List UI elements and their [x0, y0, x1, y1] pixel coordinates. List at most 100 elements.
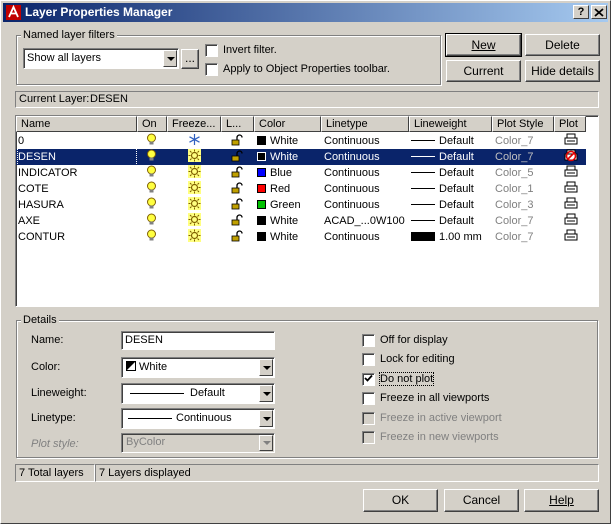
layer-freeze-toggle[interactable]	[188, 181, 208, 197]
layer-color[interactable]: White	[257, 229, 321, 245]
layer-on-toggle[interactable]	[146, 165, 166, 181]
printer-icon[interactable]	[564, 165, 578, 178]
layer-on-toggle[interactable]	[146, 213, 166, 229]
layer-on-toggle[interactable]	[146, 197, 166, 213]
layer-lineweight[interactable]: Default	[411, 149, 493, 165]
layer-color[interactable]: White	[257, 149, 321, 165]
printer-icon[interactable]	[564, 181, 578, 194]
layer-lineweight[interactable]: Default	[411, 165, 493, 181]
layer-row[interactable]: 0 White Continuous Default Color_7	[16, 133, 586, 149]
layer-linetype[interactable]: Continuous	[324, 229, 408, 245]
layer-linetype[interactable]: Continuous	[324, 181, 408, 197]
sun-icon[interactable]	[188, 165, 201, 178]
layer-row[interactable]: CONTUR White Continuous 1.00 mm Color_7	[16, 229, 586, 245]
layer-lineweight[interactable]: Default	[411, 133, 493, 149]
layer-freeze-toggle[interactable]	[188, 149, 208, 165]
layer-plot-toggle[interactable]	[564, 165, 584, 181]
chevron-down-icon[interactable]	[163, 50, 177, 67]
chevron-down-icon[interactable]	[259, 410, 273, 427]
col-linetype-header[interactable]: Linetype	[321, 116, 409, 132]
layer-plot-toggle[interactable]	[564, 197, 584, 213]
unlocked-padlock-icon[interactable]	[231, 150, 243, 162]
layer-freeze-toggle[interactable]	[188, 213, 208, 229]
layer-row[interactable]: COTE Red Continuous Default Color_1	[16, 181, 586, 197]
layer-freeze-toggle[interactable]	[188, 197, 208, 213]
layer-row[interactable]: DESEN White Continuous Default Color_7	[16, 148, 586, 166]
linetype-select[interactable]: Continuous	[121, 408, 275, 429]
layer-row[interactable]: INDICATOR Blue Continuous Default Color_5	[16, 165, 586, 181]
hide-details-button[interactable]: Hide details	[525, 60, 600, 82]
unlocked-padlock-icon[interactable]	[231, 198, 243, 210]
new-layer-button[interactable]: New	[445, 33, 522, 57]
delete-layer-button[interactable]: Delete	[525, 34, 600, 56]
layer-row[interactable]: HASURA Green Continuous Default Color_3	[16, 197, 586, 213]
layer-linetype[interactable]: Continuous	[324, 165, 408, 181]
layer-plot-toggle[interactable]	[564, 149, 584, 165]
no-plot-printer-icon[interactable]	[564, 149, 578, 162]
sun-icon[interactable]	[188, 197, 201, 210]
invert-filter-checkbox[interactable]	[205, 44, 218, 57]
ok-button[interactable]: OK	[363, 489, 438, 512]
layer-lineweight[interactable]: Default	[411, 181, 493, 197]
close-button[interactable]	[591, 5, 607, 19]
sun-icon[interactable]	[188, 181, 201, 194]
help-button[interactable]: Help	[524, 489, 599, 512]
snowflake-icon[interactable]	[188, 133, 201, 146]
layer-on-toggle[interactable]	[146, 229, 166, 245]
printer-icon[interactable]	[564, 197, 578, 210]
layer-row[interactable]: AXE White ACAD_...0W100 Default Color_7	[16, 213, 586, 229]
current-layer-button[interactable]: Current	[446, 60, 521, 82]
col-freeze-header[interactable]: Freeze...	[167, 116, 221, 132]
printer-icon[interactable]	[564, 213, 578, 226]
cancel-button[interactable]: Cancel	[444, 489, 519, 512]
freeze-all-viewports-checkbox[interactable]	[362, 392, 375, 405]
lightbulb-icon[interactable]	[146, 229, 157, 242]
col-on-header[interactable]: On	[137, 116, 167, 132]
lightbulb-icon[interactable]	[146, 133, 157, 146]
col-lineweight-header[interactable]: Lineweight	[409, 116, 492, 132]
layer-lock-toggle[interactable]	[231, 133, 251, 149]
layer-freeze-toggle[interactable]	[188, 165, 208, 181]
layer-plot-toggle[interactable]	[564, 213, 584, 229]
layer-freeze-toggle[interactable]	[188, 133, 208, 149]
off-for-display-checkbox[interactable]	[362, 334, 375, 347]
layer-lock-toggle[interactable]	[231, 181, 251, 197]
layer-lock-toggle[interactable]	[231, 149, 251, 165]
col-lock-header[interactable]: L...	[221, 116, 254, 132]
layer-lineweight[interactable]: Default	[411, 213, 493, 229]
layer-lineweight[interactable]: 1.00 mm	[411, 229, 493, 245]
layer-lock-toggle[interactable]	[231, 213, 251, 229]
lightbulb-icon[interactable]	[146, 197, 157, 210]
col-color-header[interactable]: Color	[254, 116, 321, 132]
layer-on-toggle[interactable]	[146, 149, 166, 165]
chevron-down-icon[interactable]	[259, 385, 273, 402]
unlocked-padlock-icon[interactable]	[231, 182, 243, 194]
layer-color[interactable]: Blue	[257, 165, 321, 181]
color-select[interactable]: White	[121, 357, 275, 378]
layer-lineweight[interactable]: Default	[411, 197, 493, 213]
layer-lock-toggle[interactable]	[231, 165, 251, 181]
layer-on-toggle[interactable]	[146, 181, 166, 197]
layer-plot-toggle[interactable]	[564, 133, 584, 149]
printer-icon[interactable]	[564, 133, 578, 146]
layer-lock-toggle[interactable]	[231, 229, 251, 245]
unlocked-padlock-icon[interactable]	[231, 134, 243, 146]
layer-color[interactable]: Red	[257, 181, 321, 197]
col-plot-header[interactable]: Plot	[554, 116, 586, 132]
lightbulb-icon[interactable]	[146, 149, 157, 162]
chevron-down-icon[interactable]	[259, 359, 273, 376]
layer-linetype[interactable]: Continuous	[324, 197, 408, 213]
col-name-header[interactable]: Name	[16, 116, 137, 132]
title-bar[interactable]: Layer Properties Manager	[3, 3, 608, 22]
filter-more-button[interactable]: ...	[181, 49, 199, 69]
col-plotstyle-header[interactable]: Plot Style	[492, 116, 554, 132]
title-help-button[interactable]: ?	[573, 5, 589, 19]
layer-on-toggle[interactable]	[146, 133, 166, 149]
layer-color[interactable]: Green	[257, 197, 321, 213]
unlocked-padlock-icon[interactable]	[231, 166, 243, 178]
layer-name-field[interactable]: DESEN	[121, 331, 275, 350]
layer-freeze-toggle[interactable]	[188, 229, 208, 245]
layer-plot-toggle[interactable]	[564, 181, 584, 197]
lineweight-select[interactable]: Default	[121, 383, 275, 404]
layer-linetype[interactable]: ACAD_...0W100	[324, 213, 408, 229]
